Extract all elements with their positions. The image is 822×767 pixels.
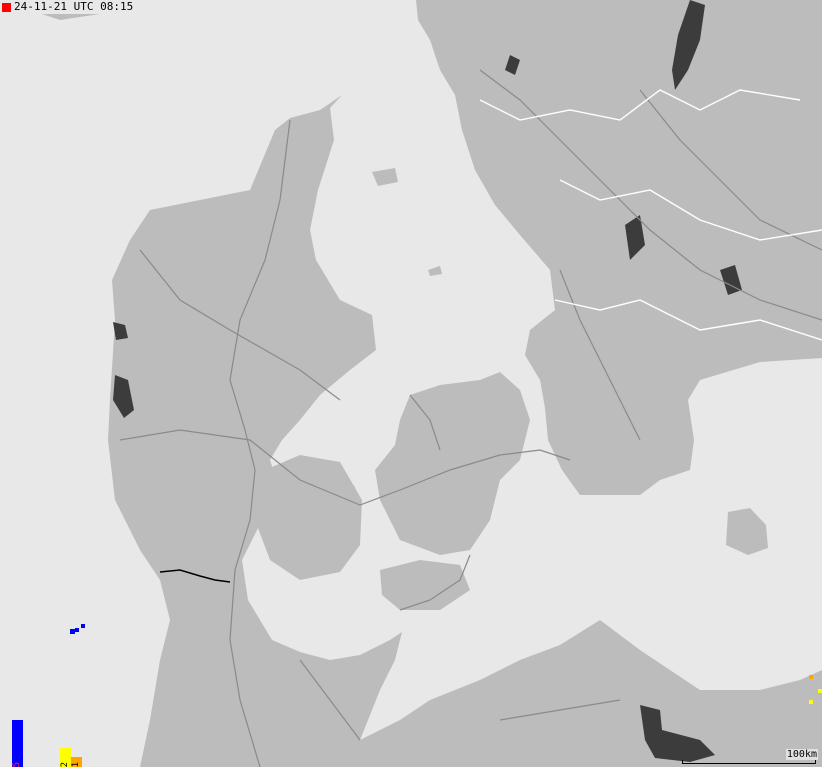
- lightning-strike: [75, 628, 79, 632]
- lightning-strike: [818, 689, 822, 693]
- scale-label: 100km: [785, 749, 818, 760]
- legend-age-5-label: 5: [12, 761, 22, 767]
- latest-strike-marker: [2, 2, 11, 12]
- lightning-strike: [81, 624, 85, 628]
- timestamp-text: 24-11-21 UTC 08:15: [14, 0, 134, 13]
- legend-age-5: 5: [12, 720, 23, 767]
- timestamp-label: 24-11-21 UTC 08:15: [0, 0, 134, 14]
- lightning-strike: [809, 700, 813, 704]
- lightning-map[interactable]: [0, 0, 822, 767]
- lightning-strike: [809, 675, 813, 679]
- legend-age-2: 2: [60, 748, 71, 767]
- lightning-strike: [70, 629, 75, 634]
- scale-bar: [682, 760, 816, 764]
- legend-age-1: 1: [71, 757, 82, 767]
- legend-age-2-label: 2: [60, 761, 70, 767]
- legend-age-1-label: 1: [71, 761, 81, 767]
